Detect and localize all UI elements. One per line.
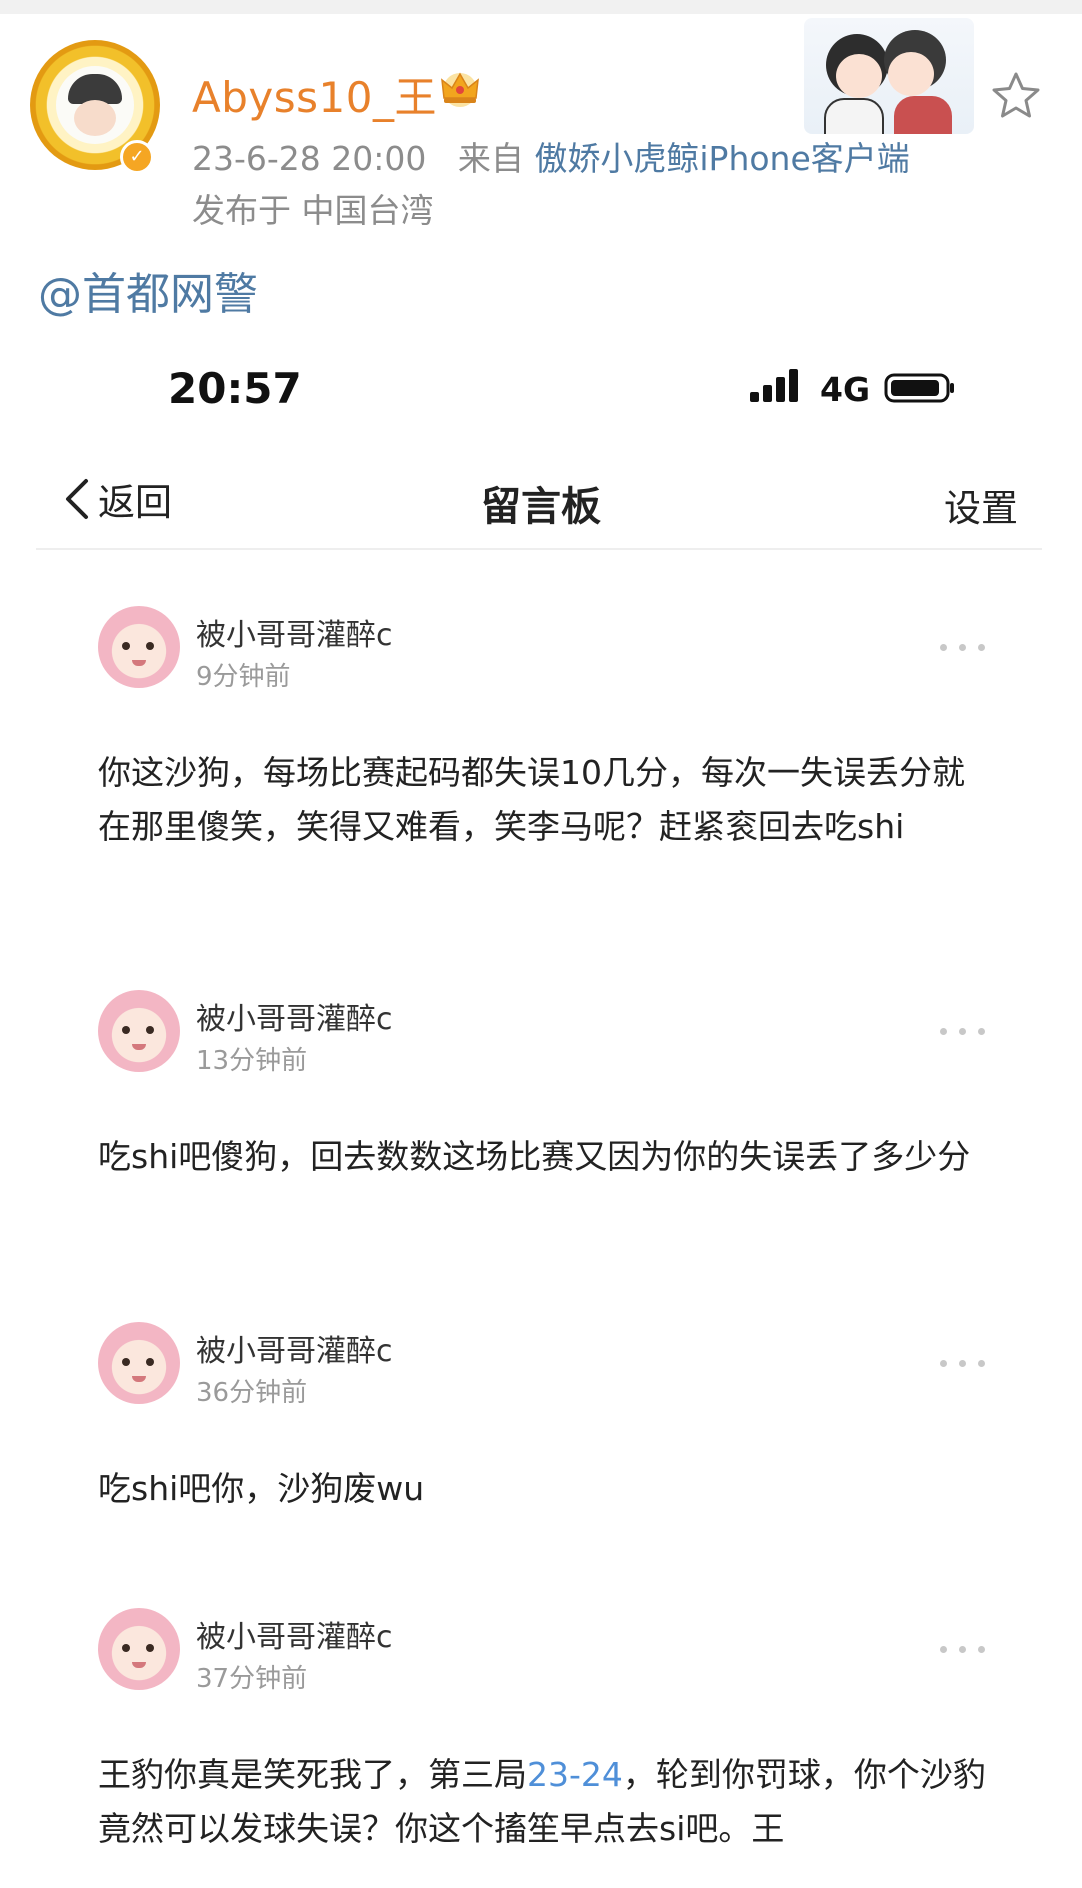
post-location: 发布于 中国台湾: [192, 191, 434, 230]
signal-icon: [750, 369, 798, 402]
message-avatar[interactable]: [98, 990, 180, 1072]
network-label: 4G: [820, 370, 871, 409]
message-text: 吃shi吧你，沙狗废wu: [98, 1469, 425, 1508]
message-avatar[interactable]: [98, 1608, 180, 1690]
page-title: 留言板: [481, 484, 601, 530]
message-time: 37分钟前: [196, 1664, 308, 1694]
source-prefix: 来自: [457, 139, 524, 178]
mention-link[interactable]: @首都网警: [38, 258, 258, 322]
message-text: 吃shi吧傻狗，回去数数这场比赛又因为你的失误丢了多少分: [98, 1137, 971, 1176]
weibo-post: ✓ Abyss10_王 23-6-28 20:00 来自 傲娇小虎鲸iPhone…: [0, 0, 1082, 1888]
more-options-icon[interactable]: [940, 1644, 986, 1654]
message-author[interactable]: 被小哥哥灌醉c: [196, 610, 393, 654]
message-author[interactable]: 被小哥哥灌醉c: [196, 1612, 393, 1656]
message-author[interactable]: 被小哥哥灌醉c: [196, 994, 393, 1038]
crown-icon: [441, 72, 479, 107]
message-text: 你这沙狗，每场比赛起码都失误10几分，每次一失误丢分就在那里傻笑，笑得又难看，笑…: [98, 753, 965, 846]
more-options-icon[interactable]: [940, 1358, 986, 1368]
settings-button[interactable]: 设置: [944, 478, 1018, 532]
nav-divider: [36, 548, 1042, 550]
top-strip: [0, 0, 1082, 14]
author-name[interactable]: Abyss10_王: [192, 64, 437, 125]
favorite-star-icon[interactable]: [988, 68, 1044, 124]
avatar-face: [56, 66, 134, 144]
message-text-part: 王豹你真是笑死我了，第三局: [98, 1755, 527, 1794]
message-text: 王豹你真是笑死我了，第三局23-24，轮到你罚球，你个沙豹竟然可以发球失误？你这…: [98, 1748, 988, 1856]
more-options-icon[interactable]: [940, 642, 986, 652]
verified-badge-icon: ✓: [120, 140, 154, 174]
message-avatar[interactable]: [98, 1322, 180, 1404]
message-time: 36分钟前: [196, 1378, 308, 1408]
score-highlight: 23-24: [527, 1755, 623, 1794]
message-time: 9分钟前: [196, 662, 291, 692]
source-link[interactable]: 傲娇小虎鲸iPhone客户端: [534, 139, 909, 178]
status-time: 20:57: [168, 364, 302, 413]
message-avatar[interactable]: [98, 606, 180, 688]
couple-sticker: [804, 18, 974, 134]
post-meta: 23-6-28 20:00 来自 傲娇小虎鲸iPhone客户端: [192, 132, 910, 180]
message-author[interactable]: 被小哥哥灌醉c: [196, 1326, 393, 1370]
message-time: 13分钟前: [196, 1046, 308, 1076]
battery-icon: [884, 373, 954, 403]
more-options-icon[interactable]: [940, 1026, 986, 1036]
post-timestamp: 23-6-28 20:00: [192, 139, 427, 178]
